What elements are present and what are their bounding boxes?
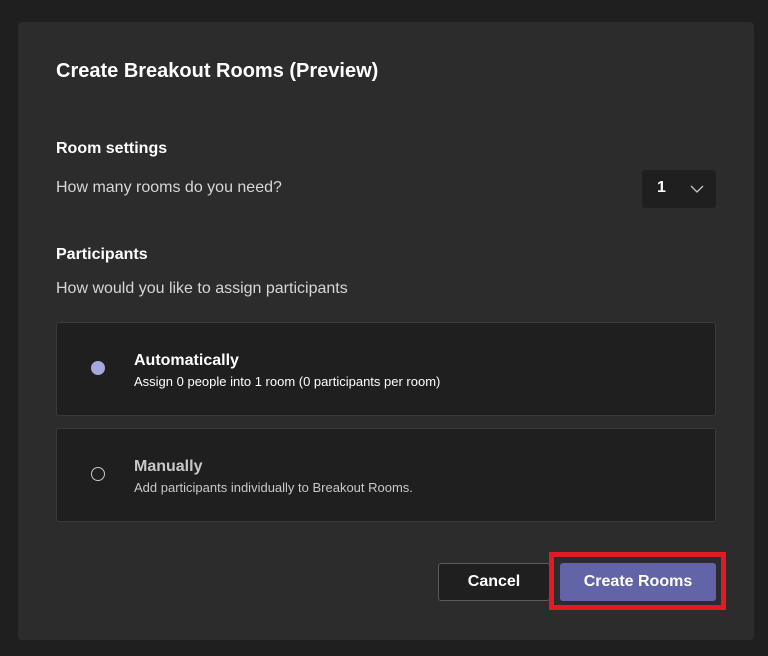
radio-automatically[interactable]	[91, 361, 105, 375]
create-rooms-button[interactable]: Create Rooms	[560, 563, 716, 601]
option-manually[interactable]: Manually Add participants individually t…	[56, 428, 716, 522]
rooms-question: How many rooms do you need?	[56, 179, 282, 196]
participants-label: Participants	[56, 246, 148, 263]
option-title: Automatically	[134, 352, 239, 369]
option-automatically[interactable]: Automatically Assign 0 people into 1 roo…	[56, 322, 716, 416]
room-count-value: 1	[657, 179, 666, 196]
radio-manually[interactable]	[91, 467, 105, 481]
cancel-button[interactable]: Cancel	[438, 563, 550, 601]
dialog-title: Create Breakout Rooms (Preview)	[56, 60, 379, 82]
breakout-rooms-dialog: Create Breakout Rooms (Preview) Room set…	[18, 22, 754, 640]
option-description: Add participants individually to Breakou…	[134, 480, 413, 495]
room-count-dropdown[interactable]: 1	[642, 170, 716, 208]
option-title: Manually	[134, 458, 203, 475]
room-settings-label: Room settings	[56, 140, 168, 157]
option-description: Assign 0 people into 1 room (0 participa…	[134, 374, 441, 389]
chevron-down-icon	[690, 185, 704, 193]
participants-question: How would you like to assign participant…	[56, 280, 348, 297]
